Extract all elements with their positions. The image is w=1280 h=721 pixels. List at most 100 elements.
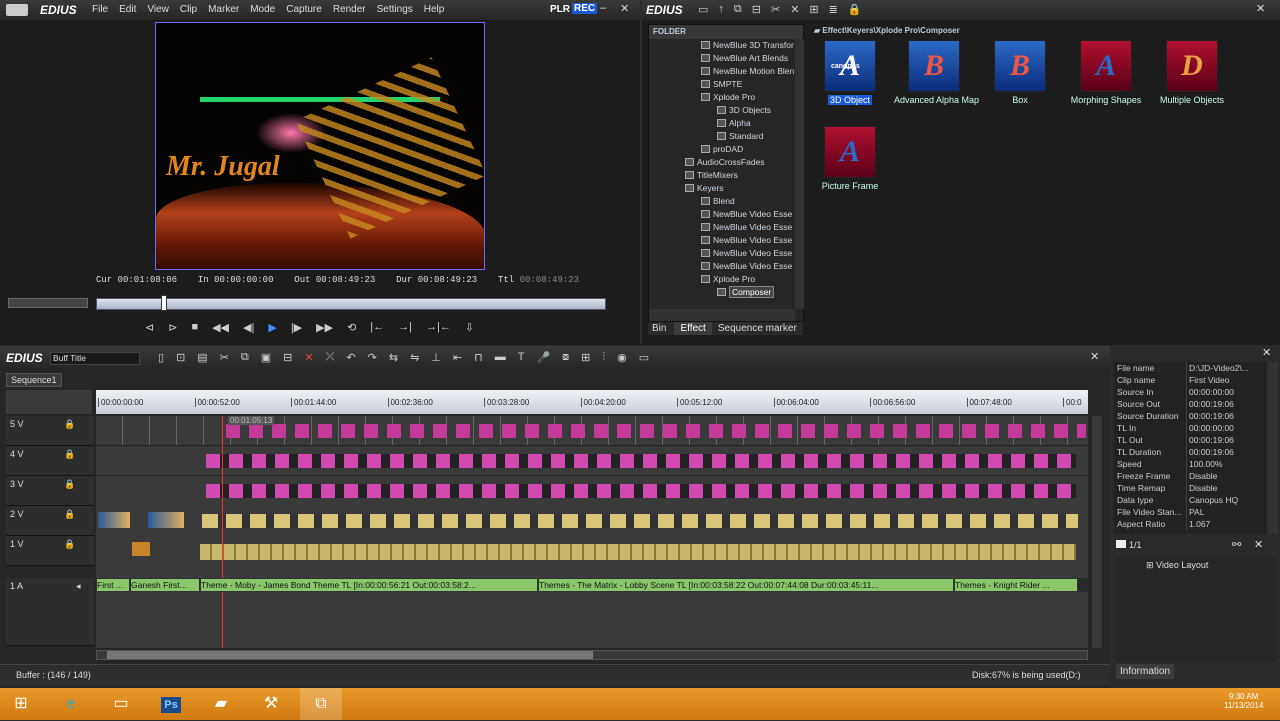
lock-icon[interactable]: 🔒 xyxy=(64,419,75,430)
cut-icon[interactable]: ✂ xyxy=(771,3,780,16)
audio-clip[interactable]: Theme - Moby - James Bond Theme TL [In:0… xyxy=(200,578,538,592)
new-sequence-icon[interactable]: ▯ xyxy=(158,351,164,364)
tab-bin[interactable]: Bin xyxy=(648,322,675,335)
save-icon[interactable]: ▤ xyxy=(197,351,207,364)
info-close-icon[interactable]: ✕ xyxy=(1262,346,1271,359)
tab-sequence-marker[interactable]: Sequence marker xyxy=(711,322,803,335)
rec-toggle[interactable]: REC xyxy=(572,3,598,14)
scrubber-handle[interactable] xyxy=(161,295,167,311)
plr-toggle[interactable]: PLR xyxy=(550,4,570,15)
group-icon[interactable]: ⇋ xyxy=(410,351,419,364)
stop-icon[interactable]: ■ xyxy=(191,321,198,334)
tab-effect[interactable]: Effect xyxy=(674,322,712,335)
sticky-notes-icon[interactable]: ▰ xyxy=(200,688,242,720)
tree-item[interactable]: NewBlue Motion Blen xyxy=(653,65,795,78)
layout-icon[interactable]: ▭ xyxy=(639,351,649,364)
menu-render[interactable]: Render xyxy=(333,4,366,15)
grid-icon[interactable]: ⊞ xyxy=(581,351,590,364)
folder-icon[interactable]: ▭ xyxy=(698,3,708,16)
tree-item[interactable]: AudioCrossFades xyxy=(653,156,795,169)
effect-picture-frame[interactable]: A Picture Frame xyxy=(810,126,890,191)
lock-icon[interactable]: 🔒 xyxy=(64,539,75,550)
timeline-close-icon[interactable]: ✕ xyxy=(1090,350,1099,363)
menu-marker[interactable]: Marker xyxy=(208,4,239,15)
render-icon[interactable]: ⧇ xyxy=(562,351,569,364)
copy-icon[interactable]: ⧉ xyxy=(241,351,249,364)
menu-edit[interactable]: Edit xyxy=(119,4,136,15)
tree-item[interactable]: 3D Objects xyxy=(653,104,795,117)
menu-settings[interactable]: Settings xyxy=(377,4,413,15)
play-icon[interactable]: ▶ xyxy=(268,321,276,334)
audio-clip[interactable]: First ... xyxy=(96,578,130,592)
delete-icon[interactable]: ✕ xyxy=(790,3,799,16)
tree-item[interactable]: Xplode Pro xyxy=(653,273,795,286)
tree-item-selected[interactable]: Composer xyxy=(653,286,795,299)
audio-clip[interactable]: Themes - Knight Rider ... xyxy=(954,578,1078,592)
effect-advanced-alpha-map[interactable]: B Advanced Alpha Map xyxy=(894,40,979,105)
info-vscrollbar[interactable] xyxy=(1268,362,1278,534)
set-in-icon[interactable]: ⊲ xyxy=(145,321,154,334)
tree-item[interactable]: NewBlue Video Esse xyxy=(653,260,795,273)
replace-icon[interactable]: ⊟ xyxy=(283,351,292,364)
tree-item[interactable]: TitleMixers xyxy=(653,169,795,182)
mic-icon[interactable]: 🎤 xyxy=(536,351,550,364)
tools-icon[interactable]: ⚒ xyxy=(250,688,292,720)
lock-icon[interactable]: 🔒 xyxy=(64,509,75,520)
timeline-vscrollbar[interactable] xyxy=(1092,416,1102,648)
loop-icon[interactable]: ⟲ xyxy=(347,321,356,334)
preview-monitor[interactable]: Mr. Jugal xyxy=(155,22,485,270)
volume-icon[interactable]: ◂ xyxy=(76,581,81,592)
undo-icon[interactable]: ↶ xyxy=(346,351,355,364)
paste-icon[interactable]: ▣ xyxy=(261,351,271,364)
sequence-tab[interactable]: Sequence1 xyxy=(6,373,62,387)
view-icon[interactable]: ⊞ xyxy=(809,3,818,16)
tree-item[interactable]: Xplode Pro xyxy=(653,91,795,104)
effect-3d-object[interactable]: Acanopus 3D Object xyxy=(810,40,890,105)
tree-vscrollbar[interactable] xyxy=(795,39,804,309)
tree-item[interactable]: SMPTE xyxy=(653,78,795,91)
tree-item[interactable]: Keyers xyxy=(653,182,795,195)
ruler-icon[interactable]: ▬ xyxy=(495,351,506,364)
playhead-marker[interactable] xyxy=(222,416,223,648)
close-icon[interactable]: ✕ xyxy=(620,2,629,15)
track-area[interactable]: 00:01:05:13 xyxy=(96,416,1088,648)
effect-morphing-shapes[interactable]: A Morphing Shapes xyxy=(1066,40,1146,105)
timeline-hscrollbar[interactable] xyxy=(96,650,1088,660)
tab-information[interactable]: Information xyxy=(1116,664,1175,679)
tree-item[interactable]: Blend xyxy=(653,195,795,208)
internet-explorer-icon[interactable]: e xyxy=(50,688,92,720)
delete-icon[interactable]: ✕ xyxy=(304,351,313,364)
lock-icon[interactable]: 🔒 xyxy=(848,3,862,16)
split-icon[interactable]: ⊥ xyxy=(431,351,441,364)
edius-taskbar-icon[interactable]: ⧉ xyxy=(300,688,342,720)
mixer-icon[interactable]: ⫶ xyxy=(602,351,605,364)
audio-clip[interactable]: Ganesh First... xyxy=(130,578,200,592)
windows-start-icon[interactable]: ⊞ xyxy=(0,688,42,720)
menu-capture[interactable]: Capture xyxy=(286,4,322,15)
shuttle-slider[interactable] xyxy=(8,298,88,308)
track-3v-header[interactable]: 3 V 🔒 xyxy=(6,476,94,506)
menu-mode[interactable]: Mode xyxy=(250,4,275,15)
menu-help[interactable]: Help xyxy=(424,4,445,15)
effect-box[interactable]: B Box xyxy=(980,40,1060,105)
marker-icon[interactable]: ⊓ xyxy=(474,351,483,364)
tree-item[interactable]: NewBlue Video Esse xyxy=(653,247,795,260)
fast-forward-icon[interactable]: ▶▶ xyxy=(316,321,333,334)
track-5v-header[interactable]: 5 V 🔒 xyxy=(6,416,94,446)
tree-icon[interactable]: ⧉ xyxy=(734,3,742,16)
trim-icon[interactable]: ⇤ xyxy=(453,351,462,364)
file-explorer-icon[interactable]: ▭ xyxy=(100,688,142,720)
set-out-icon[interactable]: ⊳ xyxy=(168,321,177,334)
track-1a-header[interactable]: 1 A ◂ xyxy=(6,578,94,646)
tree-item[interactable]: NewBlue Art Blends xyxy=(653,52,795,65)
menu-view[interactable]: View xyxy=(147,4,169,15)
track-1v-header[interactable]: 1 V 🔒 xyxy=(6,536,94,566)
rewind-icon[interactable]: ◀◀ xyxy=(212,321,229,334)
remove-icon[interactable]: ✕ xyxy=(1254,538,1263,551)
ripple-delete-icon[interactable]: ⤫ xyxy=(326,351,335,364)
bin-close-icon[interactable]: ✕ xyxy=(1256,2,1265,15)
position-scrubber[interactable] xyxy=(96,298,606,310)
cut-icon[interactable]: ✂ xyxy=(220,351,229,364)
open-icon[interactable]: ⊡ xyxy=(176,351,185,364)
ripple-icon[interactable]: →|← xyxy=(426,321,451,334)
